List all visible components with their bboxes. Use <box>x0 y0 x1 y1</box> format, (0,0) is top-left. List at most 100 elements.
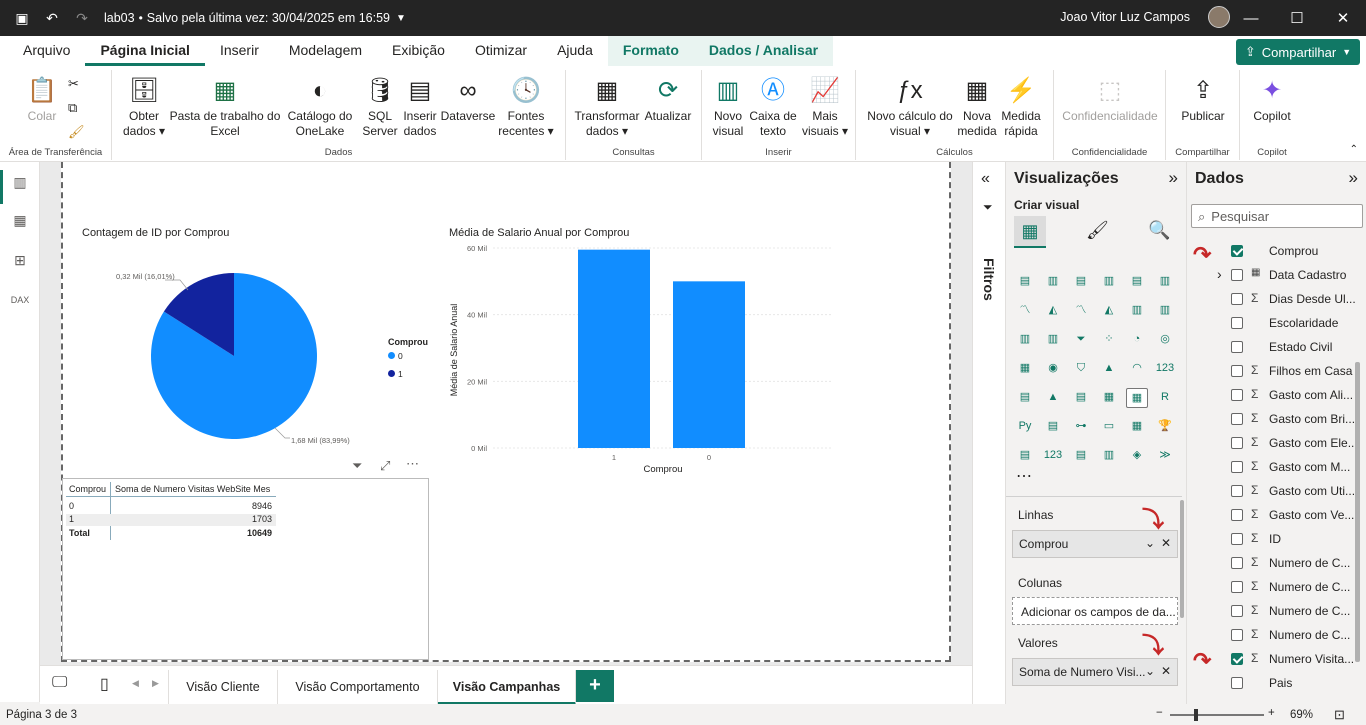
model-view-icon[interactable]: ⊞ <box>10 250 30 270</box>
quick-measure-button[interactable]: ⚡ Medida rápida <box>1000 74 1042 139</box>
visual-type-icon[interactable]: ≫ <box>1154 446 1176 466</box>
prev-page-icon[interactable]: ◀ <box>132 678 139 689</box>
field-item[interactable]: Σ Numero Visita... <box>1187 648 1357 672</box>
field-checkbox[interactable] <box>1231 437 1243 449</box>
collapse-ribbon-icon[interactable]: ⌃ <box>1350 144 1358 155</box>
scrollbar[interactable] <box>1355 362 1360 662</box>
field-checkbox[interactable] <box>1231 581 1243 593</box>
more-visuals-icon[interactable]: ⋯ <box>1016 466 1032 486</box>
visual-type-icon[interactable]: ▦ <box>1126 417 1148 437</box>
visual-type-icon[interactable]: ▤ <box>1042 417 1064 437</box>
visual-type-icon[interactable]: ▥ <box>1098 446 1120 466</box>
get-data-button[interactable]: 🗄 Obter dados ▾ <box>122 74 166 139</box>
visual-type-icon[interactable]: ▦ <box>1014 359 1036 379</box>
enter-data-button[interactable]: ▤ Inserir dados <box>400 74 440 139</box>
field-item[interactable]: Σ Gasto com Ve... <box>1187 504 1357 528</box>
legend-item-0[interactable]: 0 <box>388 351 403 361</box>
excel-button[interactable]: ▦ Pasta de trabalho do Excel <box>168 74 282 139</box>
table-header[interactable]: Comprou <box>69 484 106 494</box>
visual-type-icon[interactable]: ◎ <box>1154 330 1176 350</box>
sensitivity-button[interactable]: ⬚ Confidencialidade <box>1058 74 1162 124</box>
visual-type-icon[interactable]: ◔ <box>1126 330 1148 350</box>
save-status[interactable]: Salvo pela última vez: 30/04/2025 em 16:… <box>147 11 390 25</box>
visual-type-icon[interactable]: ▲ <box>1042 388 1064 408</box>
search-input[interactable]: ⌕ Pesquisar <box>1191 204 1363 228</box>
visual-type-icon[interactable]: ◭ <box>1042 301 1064 321</box>
visual-type-icon[interactable]: ◭ <box>1098 301 1120 321</box>
visual-type-icon[interactable]: ▭ <box>1098 417 1120 437</box>
field-checkbox[interactable] <box>1231 629 1243 641</box>
zoom-in-button[interactable]: + <box>1268 707 1275 719</box>
visual-type-icon[interactable]: ⏷ <box>1070 330 1092 350</box>
new-measure-button[interactable]: ▦ Nova medida <box>956 74 998 139</box>
mobile-layout-icon[interactable]: ▯ <box>100 674 109 694</box>
tab-ajuda[interactable]: Ajuda <box>542 36 608 66</box>
collapse-data-icon[interactable]: » <box>1349 168 1358 188</box>
visual-type-icon[interactable]: ◠ <box>1126 359 1148 379</box>
build-visual-icon[interactable]: ▦ <box>1014 216 1046 248</box>
legend-item-1[interactable]: 1 <box>388 369 403 379</box>
field-item[interactable]: › ▦ Data Cadastro <box>1187 264 1357 288</box>
dataverse-button[interactable]: ∞ Dataverse <box>440 74 496 124</box>
field-item[interactable]: Escolaridade <box>1187 312 1357 336</box>
field-item[interactable]: Σ Dias Desde Ul... <box>1187 288 1357 312</box>
tab-arquivo[interactable]: Arquivo <box>8 36 85 66</box>
field-checkbox[interactable] <box>1231 653 1243 665</box>
field-item[interactable]: Pais <box>1187 672 1357 696</box>
table-header[interactable]: Soma de Numero Visitas WebSite Mes <box>115 484 270 494</box>
field-checkbox[interactable] <box>1231 269 1243 281</box>
visual-type-icon[interactable]: 123 <box>1154 359 1176 379</box>
field-checkbox[interactable] <box>1231 533 1243 545</box>
rows-well[interactable]: Comprou ⌄ ✕ <box>1012 530 1178 558</box>
paste-button[interactable]: 📋 Colar <box>22 74 62 124</box>
redo-icon[interactable]: ↷ <box>74 10 90 26</box>
field-checkbox[interactable] <box>1231 317 1243 329</box>
zoom-out-button[interactable]: − <box>1156 707 1163 719</box>
tab-modelagem[interactable]: Modelagem <box>274 36 377 66</box>
visual-type-icon[interactable]: ▤ <box>1014 446 1036 466</box>
format-visual-icon[interactable]: 🖌 <box>1086 220 1109 241</box>
next-page-icon[interactable]: ▶ <box>152 678 159 689</box>
tab-otimizar[interactable]: Otimizar <box>460 36 542 66</box>
transform-data-button[interactable]: ▦ Transformar dados ▾ <box>574 74 640 139</box>
field-item[interactable]: Σ Gasto com M... <box>1187 456 1357 480</box>
bar-chart[interactable]: 0 Mil 20 Mil 40 Mil 60 Mil 1 0 Comprou Média de… <box>445 240 845 480</box>
publish-button[interactable]: ⇪ Publicar <box>1174 74 1232 124</box>
tab-formato[interactable]: Formato <box>607 36 694 66</box>
visual-type-icon[interactable]: 〽 <box>1014 301 1036 321</box>
save-icon[interactable]: ▣ <box>14 10 30 26</box>
visual-type-icon[interactable]: ▥ <box>1126 301 1148 321</box>
share-button[interactable]: ⇪ Compartilhar ▼ <box>1236 39 1360 65</box>
tab-exibicao[interactable]: Exibição <box>377 36 460 66</box>
columns-well[interactable]: Adicionar os campos de da... <box>1012 597 1178 625</box>
visual-type-icon[interactable]: ⊶ <box>1070 417 1092 437</box>
field-checkbox[interactable] <box>1231 365 1243 377</box>
field-item[interactable]: Σ Numero de C... <box>1187 576 1357 600</box>
field-checkbox[interactable] <box>1231 509 1243 521</box>
visual-type-icon[interactable]: 123 <box>1042 446 1064 466</box>
copilot-button[interactable]: ✦ Copilot <box>1248 74 1296 124</box>
field-checkbox[interactable] <box>1231 293 1243 305</box>
focus-mode-icon[interactable]: ⤢ <box>380 458 390 474</box>
format-painter-icon[interactable]: 🖌 <box>68 124 85 140</box>
visual-type-icon[interactable]: ▥ <box>1014 330 1036 350</box>
new-visual-button[interactable]: ▥ Novo visual <box>710 74 746 139</box>
field-checkbox[interactable] <box>1231 389 1243 401</box>
report-view-icon[interactable]: ▥ <box>10 172 30 192</box>
field-checkbox[interactable] <box>1231 557 1243 569</box>
table-view-icon[interactable]: ▦ <box>10 210 30 230</box>
visual-type-icon[interactable]: ▥ <box>1098 272 1120 292</box>
page-tab-visao-campanhas[interactable]: Visão Campanhas <box>438 670 576 705</box>
dax-view-icon[interactable]: DAX <box>10 290 30 310</box>
visual-type-icon[interactable]: R <box>1154 388 1176 408</box>
expand-icon[interactable]: › <box>1217 266 1222 282</box>
field-item[interactable]: Σ ID <box>1187 528 1357 552</box>
visual-type-icon[interactable]: ▤ <box>1014 272 1036 292</box>
field-item[interactable]: Σ Numero de C... <box>1187 552 1357 576</box>
visual-type-icon[interactable]: ▤ <box>1070 388 1092 408</box>
visual-type-icon[interactable]: ▤ <box>1014 388 1036 408</box>
minimize-icon[interactable]: — <box>1228 0 1274 36</box>
refresh-button[interactable]: ⟳ Atualizar <box>642 74 694 124</box>
more-options-icon[interactable]: ⋯ <box>406 456 419 472</box>
chevron-down-icon[interactable]: ▼ <box>396 13 406 24</box>
